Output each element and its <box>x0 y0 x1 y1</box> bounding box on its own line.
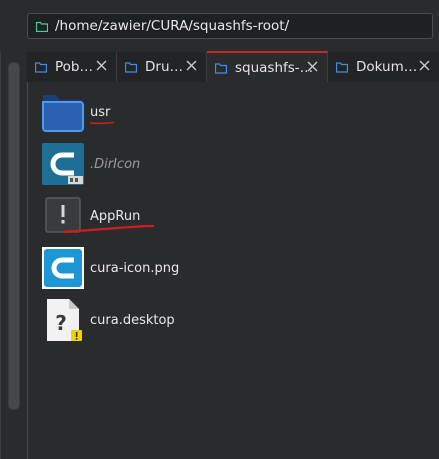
file-name: cura.desktop <box>90 313 175 328</box>
close-icon[interactable] <box>185 59 198 72</box>
file-name: usr <box>90 105 111 120</box>
list-item[interactable]: cura-icon.png <box>28 245 408 291</box>
underline-annotation <box>89 121 115 125</box>
window-edge <box>0 52 1 459</box>
cura-image-icon <box>42 247 84 289</box>
list-item[interactable]: .DirIcon <box>28 141 408 187</box>
close-icon[interactable] <box>306 60 319 73</box>
file-list: usr .DirIcon AppRun cura-icon.png ? cura… <box>27 82 439 459</box>
folder-icon <box>36 20 48 32</box>
folder-icon <box>35 62 47 73</box>
tab-dru[interactable]: Dru… <box>117 52 207 82</box>
underline-annotation <box>63 224 155 234</box>
folder-icon <box>42 95 84 132</box>
tab-label: Pob… <box>55 59 93 75</box>
tab-label: Dokum… <box>356 59 418 75</box>
folder-icon <box>215 62 227 74</box>
sidebar-scrollbar[interactable] <box>8 62 20 410</box>
location-bar[interactable]: /home/zawier/CURA/squashfs-root/ <box>27 13 433 39</box>
unknown-file-icon: ? <box>47 299 82 341</box>
tab-pob[interactable]: Pob… <box>27 52 117 82</box>
file-name: .DirIcon <box>90 157 141 172</box>
tab-label: Dru… <box>145 59 184 75</box>
file-name: cura-icon.png <box>90 261 180 276</box>
close-icon[interactable] <box>95 59 108 72</box>
tab-squashfs[interactable]: squashfs-… <box>207 51 328 82</box>
list-item[interactable]: AppRun <box>28 193 408 239</box>
tab-dokum[interactable]: Dokum… <box>328 52 439 82</box>
file-name: AppRun <box>90 209 141 224</box>
list-item[interactable]: ? cura.desktop <box>28 297 408 343</box>
list-item[interactable]: usr <box>28 89 408 135</box>
folder-icon <box>336 62 348 73</box>
location-path[interactable]: /home/zawier/CURA/squashfs-root/ <box>55 18 289 34</box>
close-icon[interactable] <box>418 59 431 72</box>
cura-image-icon <box>42 143 84 185</box>
svg-text:?: ? <box>55 311 67 335</box>
folder-icon <box>125 62 137 73</box>
tab-label: squashfs-… <box>235 59 314 76</box>
tab-bar: Pob… Dru… squashfs-… Dokum… <box>27 51 439 83</box>
